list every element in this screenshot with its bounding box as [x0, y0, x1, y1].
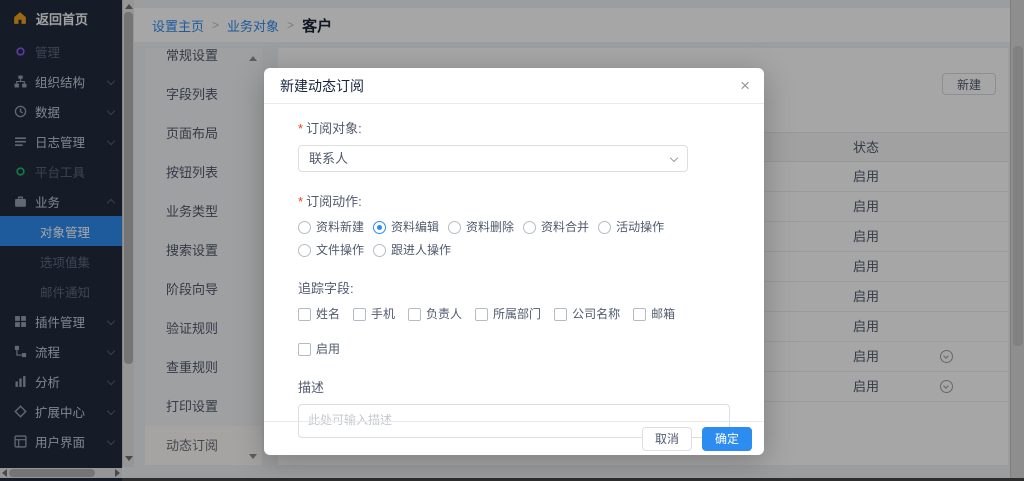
radio-icon[interactable]: [298, 244, 311, 257]
radio-label: 跟进人操作: [391, 241, 451, 259]
enable-checkbox-option[interactable]: 启用: [298, 340, 721, 358]
new-dynamic-subscription-modal: 新建动态订阅 × *订阅对象: 联系人 *订阅动作: 资料新建资料编辑资料删除资…: [264, 68, 764, 455]
track-field-checkbox-option[interactable]: 手机: [353, 305, 395, 323]
track-field-checkbox-option[interactable]: 姓名: [298, 305, 340, 323]
chevron-down-icon: [670, 154, 678, 162]
checkbox-label: 负责人: [426, 305, 462, 323]
app-root: 返回首页 管理组织结构数据日志管理平台工具业务对象管理选项值集邮件通知插件管理流…: [0, 0, 1024, 481]
checkbox-label: 邮箱: [651, 305, 675, 323]
radio-label: 资料合并: [541, 218, 589, 236]
cancel-button[interactable]: 取消: [642, 427, 692, 451]
description-label: 描述: [298, 377, 730, 396]
subscribe-object-value: 联系人: [309, 151, 348, 166]
checkbox-label: 公司名称: [572, 305, 620, 323]
radio-icon[interactable]: [298, 221, 311, 234]
checkbox-icon[interactable]: [633, 308, 646, 321]
modal-title: 新建动态订阅: [280, 78, 364, 94]
checkbox-icon[interactable]: [298, 308, 311, 321]
subscribe-action-field: *订阅动作: 资料新建 资料编辑 资料删除 资料合并 活动操作文件操作 跟进人操作: [298, 191, 730, 259]
track-field-checkbox-option[interactable]: 负责人: [408, 305, 462, 323]
track-field-checkbox-option[interactable]: 邮箱: [633, 305, 675, 323]
subscribe-action-radio-group: 资料新建 资料编辑 资料删除 资料合并 活动操作文件操作 跟进人操作: [298, 218, 730, 259]
radio-icon[interactable]: [373, 244, 386, 257]
checkbox-label: 所属部门: [493, 305, 541, 323]
subscribe-action-radio-option[interactable]: 资料合并: [523, 218, 589, 236]
subscribe-action-radio-option[interactable]: 文件操作: [298, 241, 364, 259]
checkbox-icon[interactable]: [408, 308, 421, 321]
radio-icon[interactable]: [598, 221, 611, 234]
checkbox-icon[interactable]: [353, 308, 366, 321]
modal-header: 新建动态订阅 ×: [264, 68, 764, 104]
radio-icon[interactable]: [523, 221, 536, 234]
subscribe-action-radio-option[interactable]: 资料新建: [298, 218, 364, 236]
radio-icon[interactable]: [448, 221, 461, 234]
subscribe-action-radio-option[interactable]: 跟进人操作: [373, 241, 451, 259]
checkbox-icon[interactable]: [554, 308, 567, 321]
subscribe-object-select[interactable]: 联系人: [298, 145, 688, 172]
checkbox-label: 手机: [371, 305, 395, 323]
radio-label: 资料新建: [316, 218, 364, 236]
radio-label: 资料编辑: [391, 218, 439, 236]
track-fields-label: 追踪字段:: [298, 278, 730, 297]
checkbox-icon[interactable]: [475, 308, 488, 321]
enable-label: 启用: [316, 340, 340, 358]
modal-footer: 取消 确定: [264, 421, 764, 455]
required-mark: *: [298, 121, 303, 136]
subscribe-object-label: *订阅对象:: [298, 118, 730, 137]
close-icon[interactable]: ×: [740, 68, 750, 104]
subscribe-action-label: *订阅动作:: [298, 191, 730, 210]
confirm-button[interactable]: 确定: [702, 427, 752, 451]
radio-label: 活动操作: [616, 218, 664, 236]
track-fields-checkbox-group: 姓名 手机 负责人 所属部门 公司名称 邮箱: [298, 305, 730, 323]
track-field-checkbox-option[interactable]: 所属部门: [475, 305, 541, 323]
modal-body: *订阅对象: 联系人 *订阅动作: 资料新建 资料编辑 资料删除 资料合并 活动操作文件…: [264, 104, 764, 438]
checkbox-label: 姓名: [316, 305, 340, 323]
subscribe-action-radio-option[interactable]: 资料编辑: [373, 218, 439, 236]
required-mark: *: [298, 194, 303, 209]
radio-label: 资料删除: [466, 218, 514, 236]
checkbox-icon[interactable]: [298, 343, 311, 356]
track-field-checkbox-option[interactable]: 公司名称: [554, 305, 620, 323]
enable-field: 启用: [298, 340, 730, 358]
radio-checked-icon[interactable]: [373, 221, 386, 234]
subscribe-action-radio-option[interactable]: 活动操作: [598, 218, 664, 236]
subscribe-action-radio-option[interactable]: 资料删除: [448, 218, 514, 236]
track-fields-field: 追踪字段: 姓名 手机 负责人 所属部门 公司名称 邮箱: [298, 278, 730, 323]
radio-label: 文件操作: [316, 241, 364, 259]
subscribe-object-field: *订阅对象: 联系人: [298, 118, 730, 172]
